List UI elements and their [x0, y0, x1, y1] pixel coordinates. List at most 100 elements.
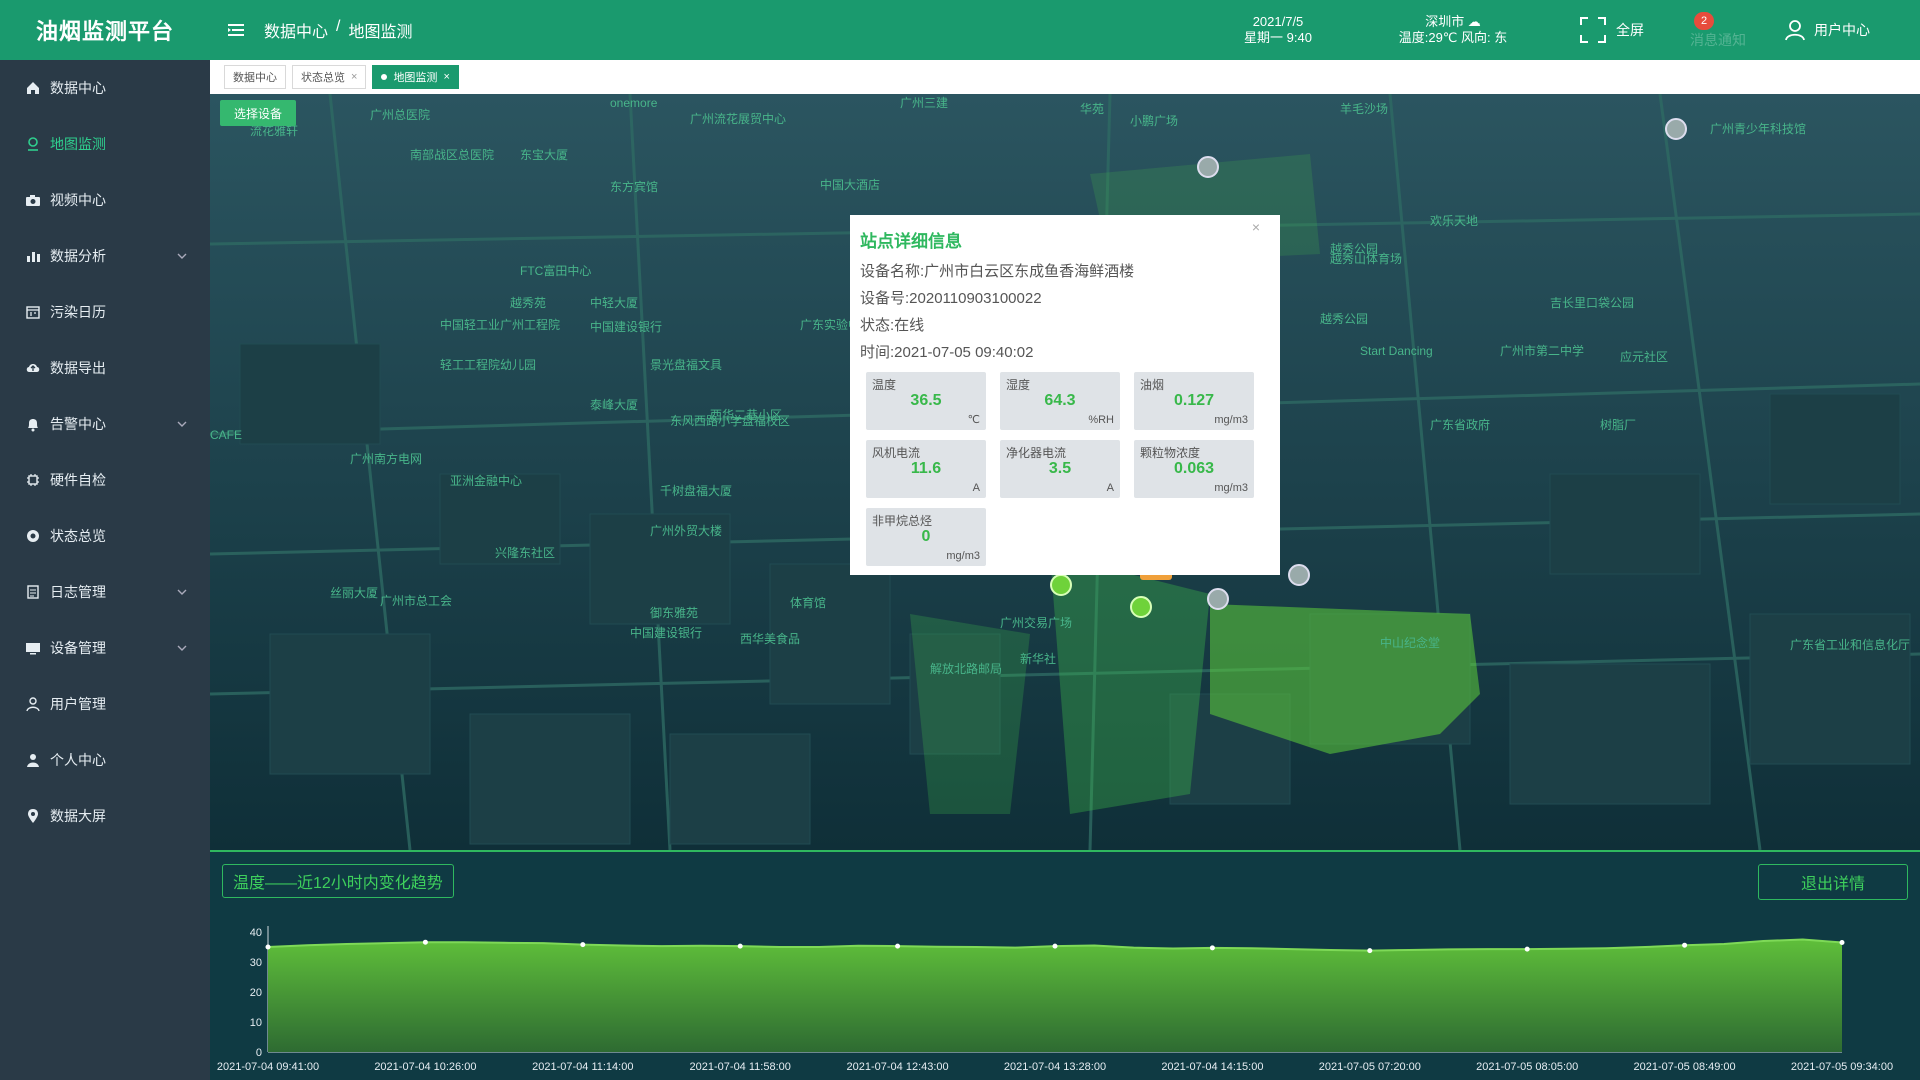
data-point[interactable]: [895, 943, 901, 949]
sidebar-item-9[interactable]: 状态总览: [0, 508, 210, 564]
tab-2[interactable]: 状态总览 ×: [292, 65, 367, 89]
device-marker-online[interactable]: [1050, 574, 1072, 596]
device-marker-offline[interactable]: [1288, 564, 1310, 586]
metric-value: 3.5: [1048, 460, 1072, 477]
select-device-button[interactable]: 选择设备: [220, 100, 297, 126]
person-icon: [24, 751, 42, 769]
map-poi-label: Start Dancing: [1360, 344, 1433, 358]
trend-panel-title: 温度——近12小时内变化趋势: [222, 864, 454, 898]
sidebar-item-10[interactable]: 日志管理: [0, 564, 210, 620]
sidebar-item-11[interactable]: 设备管理: [0, 620, 210, 676]
tab-label: 地图监测: [393, 72, 438, 84]
sidebar-item-8[interactable]: 硬件自检: [0, 452, 210, 508]
metric-value: 0.127: [1173, 392, 1215, 409]
weather-city: 深圳市 ☁: [1425, 14, 1481, 29]
tab-1[interactable]: 数据中心: [224, 65, 286, 89]
map-poi-label: 解放北路邮局: [930, 662, 1003, 676]
datetime-display: 2021/7/5 星期一 9:40: [1218, 14, 1338, 46]
map-poi-label: 千树盘福大厦: [660, 484, 733, 498]
x-tick-label: 2021-07-05 09:34:00: [1791, 1061, 1893, 1073]
active-dot-icon: [381, 74, 388, 80]
map-poi-label: 东方宾馆: [610, 180, 659, 194]
map-poi-label: 广州青少年科技馆: [1710, 122, 1807, 136]
data-point[interactable]: [422, 939, 428, 945]
metric-label: 非甲烷总烃: [872, 514, 933, 528]
map-poi-label: 新华社: [1020, 652, 1057, 666]
data-point[interactable]: [1367, 948, 1373, 954]
top-header: 数据中心 / 地图监测 2021/7/5 星期一 9:40 深圳市 ☁ 温度:2…: [210, 0, 1920, 60]
sidebar-item-13[interactable]: 个人中心: [0, 732, 210, 788]
map-poi-label: 中山纪念堂: [1380, 636, 1441, 650]
exit-detail-button[interactable]: 退出详情: [1758, 864, 1908, 900]
calendar-icon: [24, 303, 42, 321]
sidebar-item-label: 数据大屏: [50, 808, 106, 824]
data-point[interactable]: [1209, 945, 1215, 951]
metric-value: 0: [921, 528, 931, 545]
data-point[interactable]: [265, 944, 271, 950]
temperature-trend-chart: 0 10 20 30 40 2021-07-04 09:41:00 2021-07-04 1…: [217, 926, 1893, 1073]
x-tick-label: 2021-07-04 11:58:00: [690, 1061, 791, 1073]
x-tick-label: 2021-07-04 11:14:00: [532, 1061, 633, 1073]
tab-3[interactable]: 地图监测 ×: [372, 65, 459, 89]
metric-label: 油烟: [1140, 378, 1165, 392]
fullscreen-button[interactable]: 全屏: [1578, 15, 1644, 45]
sidebar-item-4[interactable]: 数据分析: [0, 228, 210, 284]
sidebar-item-14[interactable]: 数据大屏: [0, 788, 210, 844]
home-icon: [24, 79, 42, 97]
notification-button[interactable]: 2 消息通知: [1684, 10, 1754, 50]
user-center-button[interactable]: 用户中心: [1784, 19, 1870, 41]
sidebar-item-3[interactable]: 视频中心: [0, 172, 210, 228]
sidebar-item-5[interactable]: 污染日历: [0, 284, 210, 340]
tab-close-icon[interactable]: ×: [443, 71, 449, 83]
metric-card: 温度 36.5 ℃: [866, 372, 986, 430]
map-poi-label: 中国建设银行: [630, 626, 703, 640]
data-point[interactable]: [1524, 946, 1530, 952]
map-poi-label: 亚洲金融中心: [450, 474, 523, 488]
map-poi-label: 广州三建: [900, 96, 949, 110]
map-poi-label: 兴隆东社区: [495, 546, 556, 560]
close-icon[interactable]: ×: [1252, 219, 1260, 235]
map-poi-label: 中国建设银行: [590, 320, 663, 334]
data-point[interactable]: [580, 942, 586, 948]
sidebar-item-1[interactable]: 数据中心: [0, 60, 210, 116]
map-poi-label: 华苑: [1080, 102, 1105, 116]
weather-detail: 温度:29℃ 风向: 东: [1398, 30, 1508, 45]
metric-label: 湿度: [1006, 378, 1031, 392]
tab-close-icon[interactable]: ×: [351, 71, 357, 83]
map-poi-label: 景光盘福文具: [650, 358, 723, 372]
device-marker-offline[interactable]: [1207, 588, 1229, 610]
notification-label: 消息通知: [1690, 32, 1746, 48]
metric-unit: mg/m3: [1214, 414, 1248, 426]
metric-card: 非甲烷总烃 0 mg/m3: [866, 508, 986, 566]
map-poi-label: CAFE: [210, 428, 243, 442]
metric-label: 温度: [872, 378, 897, 392]
device-marker-offline[interactable]: [1665, 118, 1687, 140]
sidebar-item-7[interactable]: 告警中心: [0, 396, 210, 452]
sidebar-item-12[interactable]: 用户管理: [0, 676, 210, 732]
map-poi-label: 南部战区总医院: [410, 148, 495, 162]
data-point[interactable]: [737, 943, 743, 949]
device-marker-offline[interactable]: [1197, 156, 1219, 178]
device-time: 时间:2021-07-05 09:40:02: [860, 344, 1034, 361]
sidebar-item-6[interactable]: 数据导出: [0, 340, 210, 396]
data-point[interactable]: [1052, 943, 1058, 949]
map-poi-label: 广州交易广场: [1000, 616, 1073, 630]
breadcrumb-item[interactable]: 数据中心: [264, 18, 328, 42]
data-point[interactable]: [1682, 942, 1688, 948]
sidebar-item-label: 污染日历: [50, 304, 106, 320]
chevron-down-icon: [177, 589, 187, 595]
date-text: 2021/7/5: [1252, 14, 1304, 29]
data-point[interactable]: [1839, 940, 1845, 945]
menu-toggle-icon[interactable]: [226, 20, 246, 40]
device-marker-online[interactable]: [1130, 596, 1152, 618]
sidebar-item-2[interactable]: 地图监测: [0, 116, 210, 172]
map-poi-label: onemore: [610, 96, 658, 110]
metric-label: 净化器电流: [1006, 446, 1067, 460]
tab-label: 状态总览: [301, 72, 345, 84]
map-poi-label: 御东雅苑: [650, 606, 699, 620]
map-poi-label: 越秀苑: [510, 296, 547, 310]
document-icon: [24, 583, 42, 601]
map-poi-label: 广州市第二中学: [1500, 344, 1585, 358]
map-poi-label: 越秀公园: [1320, 312, 1369, 326]
sidebar: 油烟监测平台 数据中心 地图监测 视频中心 数据分析 污染日历 数据导出 告警中心 硬件自检状…: [0, 0, 210, 1080]
